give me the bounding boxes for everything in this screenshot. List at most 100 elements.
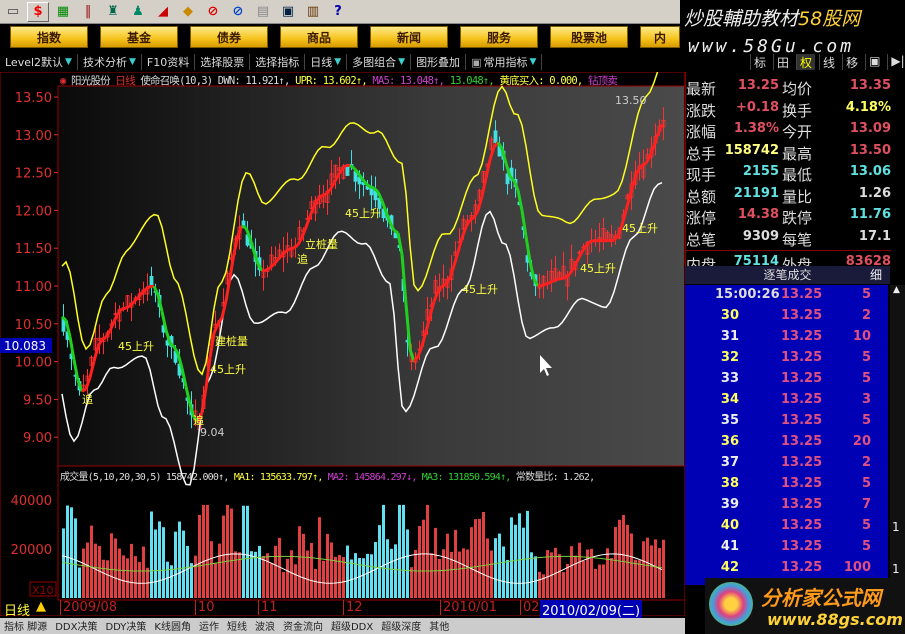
indicator-tab-6[interactable]: 波浪 [255,618,275,634]
menu-item-8[interactable]: ▣ 常用指标 ▼ [466,54,543,70]
nav-button-6[interactable]: 股票池 [550,26,628,48]
volume-bar [518,513,521,598]
ma5-segment [81,387,87,393]
volume-bar [410,567,413,598]
right-tab-2[interactable]: 权 [796,54,816,70]
dropdown-arrow-icon[interactable]: ▼ [529,57,536,67]
ma5-segment [125,304,131,310]
price-tick: 12.00 [15,204,52,219]
indicator-tab-7[interactable]: 资金流向 [283,618,323,634]
menu-label: 技术分析 [82,56,127,69]
bell-icon[interactable]: ♟ [127,2,149,22]
nav-button-2[interactable]: 债券 [190,26,268,48]
indicator-tab-5[interactable]: 短线 [227,618,247,634]
trade-price: 13.25 [781,539,823,554]
scroll-up-icon[interactable]: ▲ [893,285,900,295]
logo-title: 分析家公式网 [761,586,881,610]
f10-blue-icon[interactable]: ⊘ [227,2,249,22]
nav-button-7[interactable]: 内 [640,26,680,48]
period-label[interactable]: 日线 [4,600,30,619]
volume-bar [370,554,373,598]
menu-item-3[interactable]: 选择股票 [195,54,251,70]
bars-icon[interactable]: ‖ [77,2,99,22]
ruler-icon[interactable]: ▭ [2,2,24,22]
nav-button-3[interactable]: 商品 [280,26,358,48]
indicator-tab-2[interactable]: DDY决策 [105,618,146,634]
indicator-tab-3[interactable]: K线圆角 [154,618,191,634]
volume-bar [270,563,273,598]
volume-bar [614,527,617,598]
volume-bar [414,549,417,598]
dropdown-arrow-icon[interactable]: ▼ [334,57,341,67]
trades-detail-button[interactable]: 细 [870,266,890,284]
quote-value: 13.35 [849,78,891,93]
binoculars-icon[interactable]: ♜ [102,2,124,22]
f10-red-icon[interactable]: ⊘ [202,2,224,22]
menu-item-5[interactable]: 日线 ▼ [305,54,348,70]
menu-label: 选择指标 [255,56,300,69]
alert-icon[interactable]: ◢ [152,2,174,22]
ma5-segment [541,282,547,287]
stock-icon: ◉ [60,75,72,87]
candle [493,130,498,144]
indicator-tab-1[interactable]: DDX决策 [55,618,97,634]
nav-button-1[interactable]: 基金 [100,26,178,48]
volume-bar [654,539,657,598]
ma5-value: MA5: 13.048↑, [372,75,445,87]
menu-item-0[interactable]: Level2默认 ▼ [0,54,78,70]
volume-bar [106,560,109,598]
dollar-icon[interactable]: $ [27,1,49,22]
right-tab-4[interactable]: 移 [842,54,861,70]
volume-bar [290,550,293,598]
volume-bar [582,560,585,598]
volume-bar [178,521,181,598]
books-icon[interactable]: ▥ [302,2,324,22]
trades-title[interactable]: 逐笔成交 [685,266,890,284]
window-icon[interactable]: ▣ [277,2,299,22]
volume-bar [390,548,393,598]
menu-item-7[interactable]: 图形叠加 [411,54,467,70]
signal-label-up45: 45上升 [118,340,154,353]
nav-button-0[interactable]: 指数 [10,26,88,48]
dropdown-arrow-icon[interactable]: ▼ [65,57,72,67]
indicator-tab-10[interactable]: 其他 [429,618,449,634]
volume-bar [262,555,265,598]
date-tick: 12 [343,600,363,615]
right-tab-0[interactable]: 标 [750,54,769,70]
trades-scrollbar[interactable]: ▲ 1 1 [890,285,905,585]
volume-bar [430,553,433,598]
volume-bar [298,526,301,598]
volume-bar [302,533,305,598]
page-icon[interactable]: ▤ [252,2,274,22]
menu-item-1[interactable]: 技术分析 ▼ [78,54,142,70]
menu-item-2[interactable]: F10资料 [142,54,196,70]
quote-row: 最新 13.25 均价 13.35 [686,78,891,98]
period-triangle-icon[interactable]: ▲ [36,599,46,614]
volume-bar [134,556,137,598]
indicator-tab-9[interactable]: 超级深度 [381,618,421,634]
money-icon[interactable]: ▦ [52,2,74,22]
help-icon[interactable]: ? [327,2,349,22]
volume-bar [102,559,105,598]
volume-bar [118,548,121,598]
quote-label: 涨跌 [686,101,717,120]
right-tab-1[interactable]: 田 [773,54,792,70]
indicator-tab-8[interactable]: 超级DDX [331,618,373,634]
indicator-tab-0[interactable]: 指标 脚源 [4,618,47,634]
volume-bar [234,551,237,598]
right-tab-5[interactable]: ▣ [865,54,883,70]
indicator-tab-4[interactable]: 运作 [199,618,219,634]
volume-bar [602,564,605,598]
right-tab-3[interactable]: 线 [819,54,838,70]
volume-bar [174,531,177,598]
menu-item-6[interactable]: 多图组合 ▼ [347,54,412,70]
kline-chart[interactable]: 13.50 13.00 12.50 12.00 11.50 11.00 10.50 10.00… [0,72,685,616]
menu-item-4[interactable]: 选择指标 [250,54,306,70]
nav-button-4[interactable]: 新闻 [370,26,448,48]
diamond-icon[interactable]: ◆ [177,2,199,22]
dropdown-arrow-icon[interactable]: ▼ [398,57,405,67]
nav-button-5[interactable]: 服务 [460,26,538,48]
right-tab-6[interactable]: ▶| [887,54,905,70]
volume-bar [638,560,641,598]
dropdown-arrow-icon[interactable]: ▼ [129,57,136,67]
